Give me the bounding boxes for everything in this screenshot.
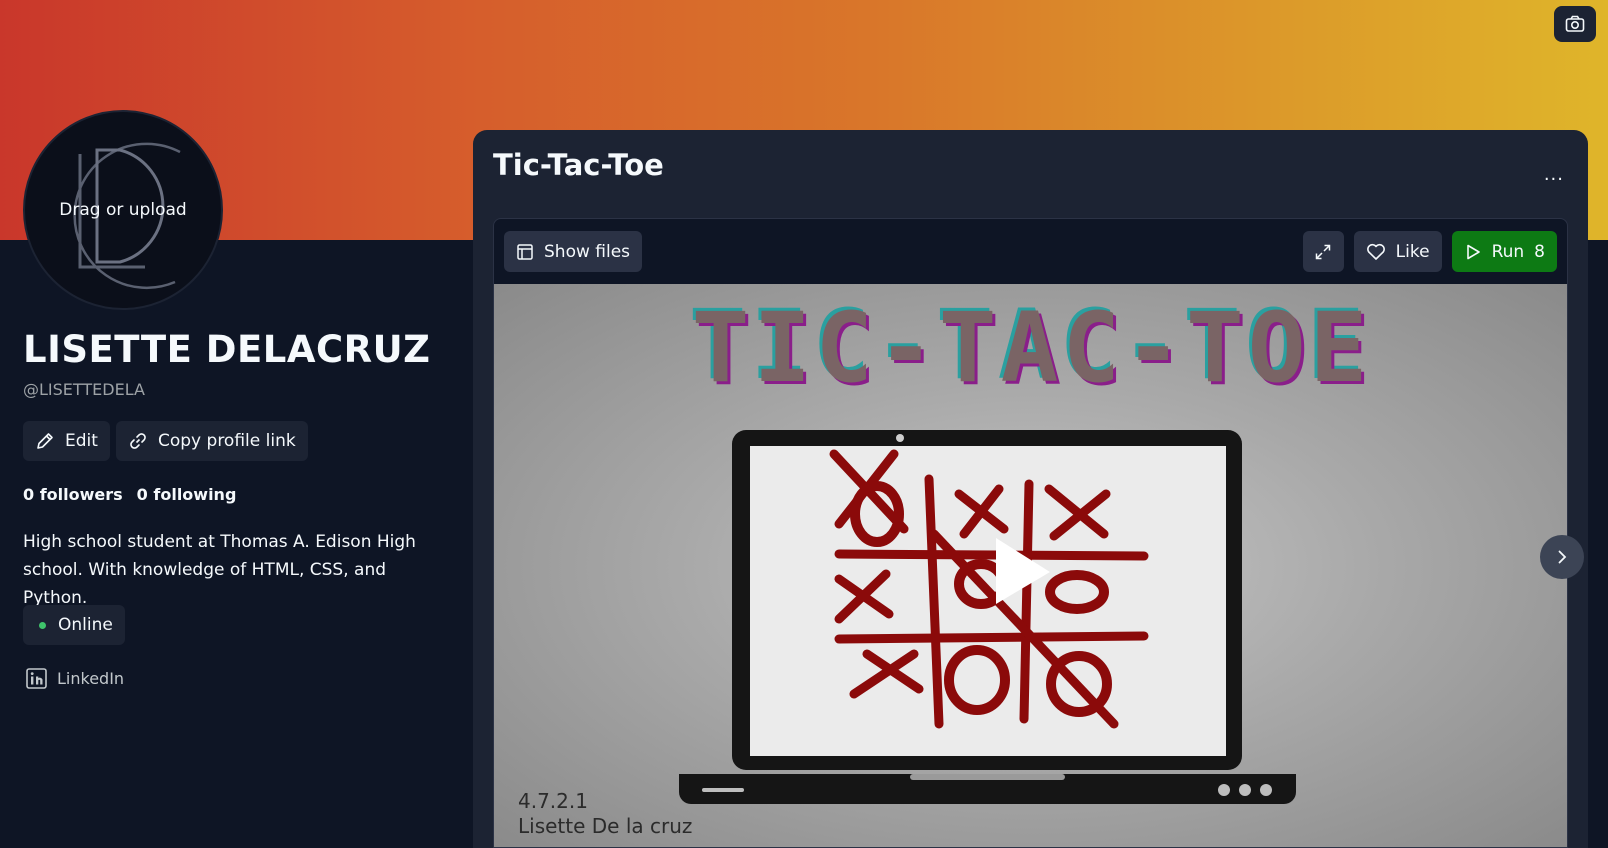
- heart-icon: [1366, 243, 1385, 260]
- follow-counts: 0 followers 0 following: [23, 485, 236, 504]
- status-badge: Online: [23, 605, 125, 645]
- run-count: 8: [1534, 241, 1545, 262]
- avatar-upload[interactable]: Drag or upload: [23, 110, 223, 310]
- status-label: Online: [58, 615, 113, 635]
- like-button[interactable]: Like: [1353, 231, 1442, 272]
- more-options-button[interactable]: ...: [1544, 164, 1564, 185]
- expand-icon: [1315, 244, 1331, 259]
- repl-toolbar: Show files Like Run 8: [494, 219, 1567, 284]
- repl-embed: Show files Like Run 8 TIC-TAC-TOE 4.7.2.…: [493, 218, 1568, 848]
- show-files-label: Show files: [544, 241, 631, 262]
- run-button[interactable]: Run 8: [1451, 231, 1557, 272]
- linkedin-icon: [26, 668, 47, 689]
- run-label: Run: [1491, 241, 1525, 262]
- edit-profile-button[interactable]: Edit: [23, 421, 110, 461]
- next-repl-button[interactable]: [1540, 535, 1584, 579]
- change-banner-button[interactable]: [1554, 6, 1596, 42]
- copy-profile-link-button[interactable]: Copy profile link: [116, 421, 308, 461]
- camera-icon: [1565, 15, 1585, 32]
- following-link[interactable]: 0 following: [137, 485, 237, 504]
- like-label: Like: [1395, 241, 1430, 262]
- avatar-upload-label: Drag or upload: [59, 200, 187, 220]
- copy-profile-link-label: Copy profile link: [158, 431, 296, 451]
- link-icon: [130, 433, 146, 449]
- show-files-button[interactable]: Show files: [504, 231, 643, 272]
- repl-cover-image[interactable]: TIC-TAC-TOE 4.7.2.1 Lisette De la cruz: [494, 284, 1567, 847]
- profile-bio: High school student at Thomas A. Edison …: [23, 532, 416, 608]
- profile-handle: @LISETTEDELA: [23, 380, 145, 399]
- followers-link[interactable]: 0 followers: [23, 485, 123, 504]
- profile-name: LISETTE DELACRUZ: [23, 328, 431, 371]
- cover-caption-version: 4.7.2.1: [518, 789, 588, 813]
- laptop-tic-tac-toe-illustration: [679, 430, 1296, 804]
- files-icon: [517, 243, 533, 260]
- repl-title[interactable]: Tic-Tac-Toe: [493, 148, 664, 182]
- repl-card: Tic-Tac-Toe ... Show files Like Run 8 TI…: [473, 130, 1588, 848]
- linkedin-label: LinkedIn: [57, 669, 125, 688]
- online-dot-icon: [39, 621, 46, 629]
- cover-caption-author: Lisette De la cruz: [518, 814, 693, 838]
- chevron-right-icon: [1558, 550, 1567, 564]
- fullscreen-button[interactable]: [1302, 231, 1344, 272]
- linkedin-link[interactable]: LinkedIn: [26, 668, 124, 689]
- play-icon: [1466, 244, 1480, 259]
- edit-label: Edit: [65, 431, 98, 451]
- pencil-icon: [37, 433, 53, 449]
